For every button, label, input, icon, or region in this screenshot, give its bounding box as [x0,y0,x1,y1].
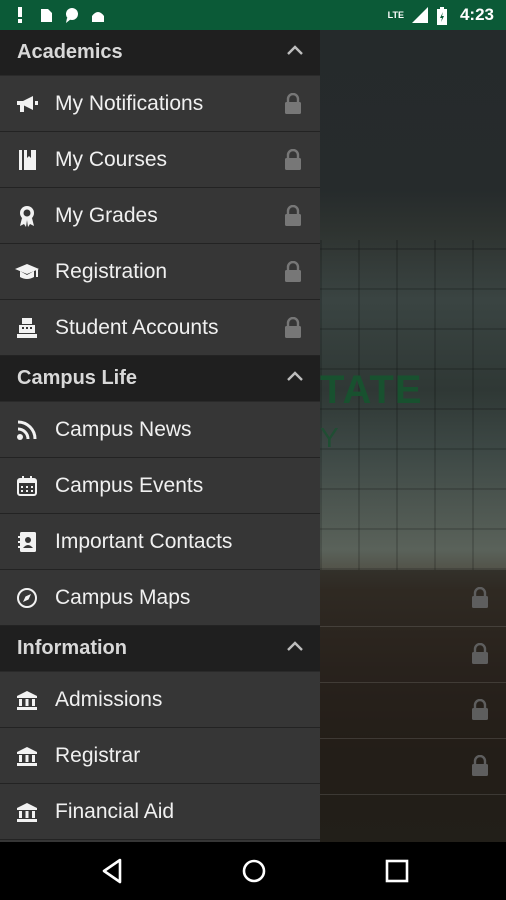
menu-item-label: Important Contacts [55,529,233,553]
menu-item-student-accounts[interactable]: Student Accounts [0,300,320,356]
background-row [320,570,506,627]
lock-icon [472,643,488,664]
calendar-icon [14,473,40,499]
menu-item-campus-events[interactable]: Campus Events [0,458,320,514]
background-row [320,682,506,739]
section-header-campus-life[interactable]: Campus Life [0,356,320,402]
menu-item-campus-maps[interactable]: Campus Maps [0,570,320,626]
back-icon[interactable] [98,857,126,885]
lock-icon [285,149,301,170]
menu-item-label: Registration [55,259,168,283]
menu-item-label: My Courses [55,147,168,171]
logo-subtext: Y [320,422,339,453]
graduation-cap-icon [14,259,40,285]
lock-icon [472,755,488,776]
contacts-icon [14,529,40,555]
menu-item-financial-aid[interactable]: Financial Aid [0,784,320,840]
system-navigation-bar [0,842,506,900]
home-icon[interactable] [240,857,268,885]
menu-item-registrar[interactable]: Registrar [0,728,320,784]
background-content: TATE Y [320,30,506,842]
menu-item-label: My Notifications [55,91,204,115]
battery-icon [436,7,452,25]
menu-item-my-courses[interactable]: My Courses [0,132,320,188]
menu-item-label: Registrar [55,743,141,767]
chat-icon [64,7,80,23]
menu-item-label: Admissions [55,687,163,711]
network-type: LTE [387,10,404,20]
lock-icon [285,93,301,114]
menu-item-registration[interactable]: Registration [0,244,320,300]
background-row [320,738,506,795]
background-row [320,626,506,683]
section-header-information[interactable]: Information [0,626,320,672]
menu-item-label: Financial Aid [55,799,175,823]
recents-icon[interactable] [383,857,411,885]
section-title: Campus Life [17,367,138,389]
rss-icon [14,417,40,443]
award-icon [14,203,40,229]
lock-icon [285,261,301,282]
lock-icon [285,317,301,338]
menu-item-campus-news[interactable]: Campus News [0,402,320,458]
section-title: Academics [17,41,123,63]
cash-register-icon [14,315,40,341]
chevron-up-icon[interactable] [286,44,304,56]
lock-icon [472,587,488,608]
lock-icon [472,699,488,720]
chevron-up-icon[interactable] [286,640,304,652]
lock-icon [285,205,301,226]
menu-item-label: Student Accounts [55,315,219,339]
sd-card-icon [38,7,54,23]
menu-item-label: Campus Events [55,473,204,497]
menu-item-my-grades[interactable]: My Grades [0,188,320,244]
signal-icon [411,7,428,23]
android-icon [90,7,106,23]
alert-icon [12,7,28,23]
section-header-academics[interactable]: Academics [0,30,320,76]
chevron-up-icon[interactable] [286,370,304,382]
section-title: Information [17,637,127,659]
menu-item-label: Campus Maps [55,585,191,609]
bank-icon [14,799,40,825]
menu-item-label: Campus News [55,417,192,441]
navigation-drawer: Academics My Notifications My Courses My… [0,30,320,842]
status-time: 4:23 [459,5,494,24]
logo-text: TATE [320,368,423,412]
megaphone-icon [14,91,40,117]
bank-icon [14,687,40,713]
menu-item-important-contacts[interactable]: Important Contacts [0,514,320,570]
menu-item-admissions[interactable]: Admissions [0,672,320,728]
status-bar: LTE 4:23 [0,0,506,30]
compass-icon [14,585,40,611]
book-icon [14,147,40,173]
menu-item-label: My Grades [55,203,158,227]
bank-icon [14,743,40,769]
menu-item-my-notifications[interactable]: My Notifications [0,76,320,132]
